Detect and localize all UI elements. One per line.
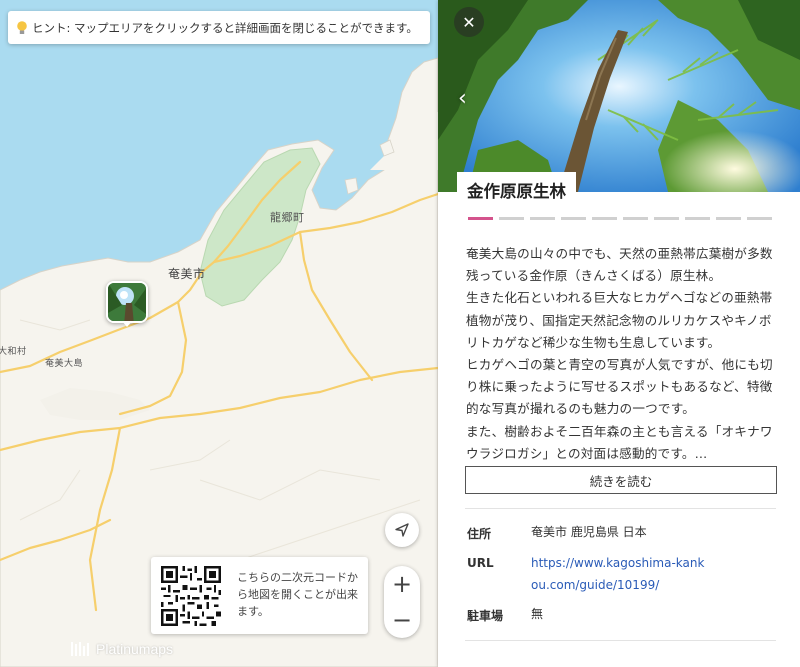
description-paragraph: 奄美大島の山々の中でも、天然の亜熱帯広葉樹が多数残っている金作原（きんさくばる）… <box>466 246 773 284</box>
detail-panel: ✕ ‹ 金作原原生林 奄美大島の山々の中でも、天然の亜熱帯広葉樹が多数残っている… <box>438 0 800 667</box>
locate-button[interactable] <box>385 513 419 547</box>
map-label-amami-oshima: 奄美大島 <box>45 359 84 369</box>
pager-dot[interactable] <box>561 217 586 220</box>
navigation-arrow-icon <box>395 523 409 537</box>
divider <box>465 640 776 641</box>
platinumaps-logo[interactable]: Platinumaps <box>70 640 173 658</box>
brand-name: Platinumaps <box>96 641 174 657</box>
address-label: 住所 <box>467 527 492 541</box>
photo-pager <box>468 217 772 220</box>
pager-dot[interactable] <box>685 217 710 220</box>
spot-thumbnail <box>108 283 146 321</box>
pager-dot[interactable] <box>716 217 741 220</box>
pager-dot[interactable] <box>747 217 772 220</box>
address-value: 奄美市 鹿児島県 日本 <box>531 525 647 539</box>
spot-photo-image <box>438 0 800 192</box>
pager-dot[interactable] <box>530 217 555 220</box>
prev-photo-button[interactable]: ‹ <box>458 86 467 111</box>
spot-marker-tail <box>122 321 132 327</box>
pager-dot[interactable] <box>499 217 524 220</box>
spot-marker[interactable] <box>106 281 148 323</box>
parking-label: 駐車場 <box>467 609 504 623</box>
description-paragraph: また、樹齢およそ二百年森の主とも言える「オキナワウラジロガシ」との対面は感動的で… <box>466 423 773 461</box>
description-paragraph: ヒカゲヘゴの葉と青空の写真が人気ですが、他にも切り株に乗ったように写せるスポット… <box>466 357 773 417</box>
lightbulb-icon <box>17 20 27 34</box>
pager-dot[interactable] <box>468 217 493 220</box>
hint-text: ヒント: マップエリアをクリックすると詳細画面を閉じることができます。 <box>32 20 418 35</box>
close-button[interactable]: ✕ <box>454 7 484 37</box>
qr-code-caption: こちらの二次元コードから地図を開くことが出来ます。 <box>237 571 358 618</box>
map-label-amami-city: 奄美市 <box>168 267 206 281</box>
description-paragraph: 生きた化石といわれる巨大なヒカゲヘゴなどの亜熱帯植物が茂り、国指定天然記念物のル… <box>466 290 773 350</box>
zoom-out-button[interactable]: − <box>384 602 420 638</box>
qr-code-card: こちらの二次元コードから地図を開くことが出来ます。 <box>151 557 368 634</box>
qr-code-image <box>161 566 221 626</box>
url-label: URL <box>467 556 494 570</box>
platinumaps-mark-icon <box>71 642 89 656</box>
map-area[interactable]: 龍郷町 奄美市 大和村 奄美大島 ヒント: マップエリアをクリックすると詳細画面… <box>0 0 438 667</box>
pager-dot[interactable] <box>592 217 617 220</box>
pager-dot[interactable] <box>623 217 648 220</box>
map-label-tatsugo: 龍郷町 <box>270 211 305 224</box>
parking-value: 無 <box>531 607 544 621</box>
divider <box>465 508 776 509</box>
hint-banner: ヒント: マップエリアをクリックすると詳細画面を閉じることができます。 <box>8 11 430 44</box>
zoom-control: + − <box>384 566 420 638</box>
zoom-in-button[interactable]: + <box>384 566 420 602</box>
map-label-yamato-village: 大和村 <box>0 347 27 357</box>
spot-title: 金作原原生林 <box>457 172 576 208</box>
read-more-button[interactable]: 続きを読む <box>465 466 777 494</box>
spot-photo[interactable] <box>438 0 800 192</box>
url-link[interactable]: https://www.kagoshima-kankou.com/guide/1… <box>531 552 711 596</box>
spot-description: 奄美大島の山々の中でも、天然の亜熱帯広葉樹が多数残っている金作原（きんさくばる）… <box>466 243 780 465</box>
pager-dot[interactable] <box>654 217 679 220</box>
